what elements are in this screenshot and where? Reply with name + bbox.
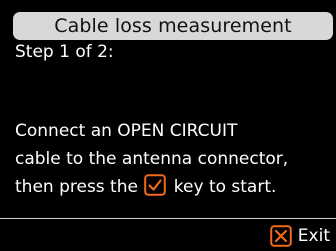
exit-softkey[interactable]: Exit: [269, 224, 330, 248]
instruction-line-3-before: then press the: [15, 177, 138, 197]
instructions-text: Connect an OPEN CIRCUIT cable to the ant…: [15, 117, 288, 201]
check-box-icon: [144, 174, 167, 196]
footer-divider: [0, 218, 336, 219]
instruction-line-3: then press the key to start.: [15, 173, 288, 201]
instruction-line-3-after: key to start.: [173, 177, 277, 197]
instruction-line-1: Connect an OPEN CIRCUIT: [15, 121, 238, 141]
title-bar: Cable loss measurement: [13, 12, 333, 40]
exit-label: Exit: [297, 226, 330, 246]
page-title: Cable loss measurement: [54, 15, 292, 37]
x-box-icon: [269, 225, 292, 247]
step-indicator: Step 1 of 2:: [15, 42, 114, 62]
instruction-line-2: cable to the antenna connector,: [15, 149, 289, 169]
